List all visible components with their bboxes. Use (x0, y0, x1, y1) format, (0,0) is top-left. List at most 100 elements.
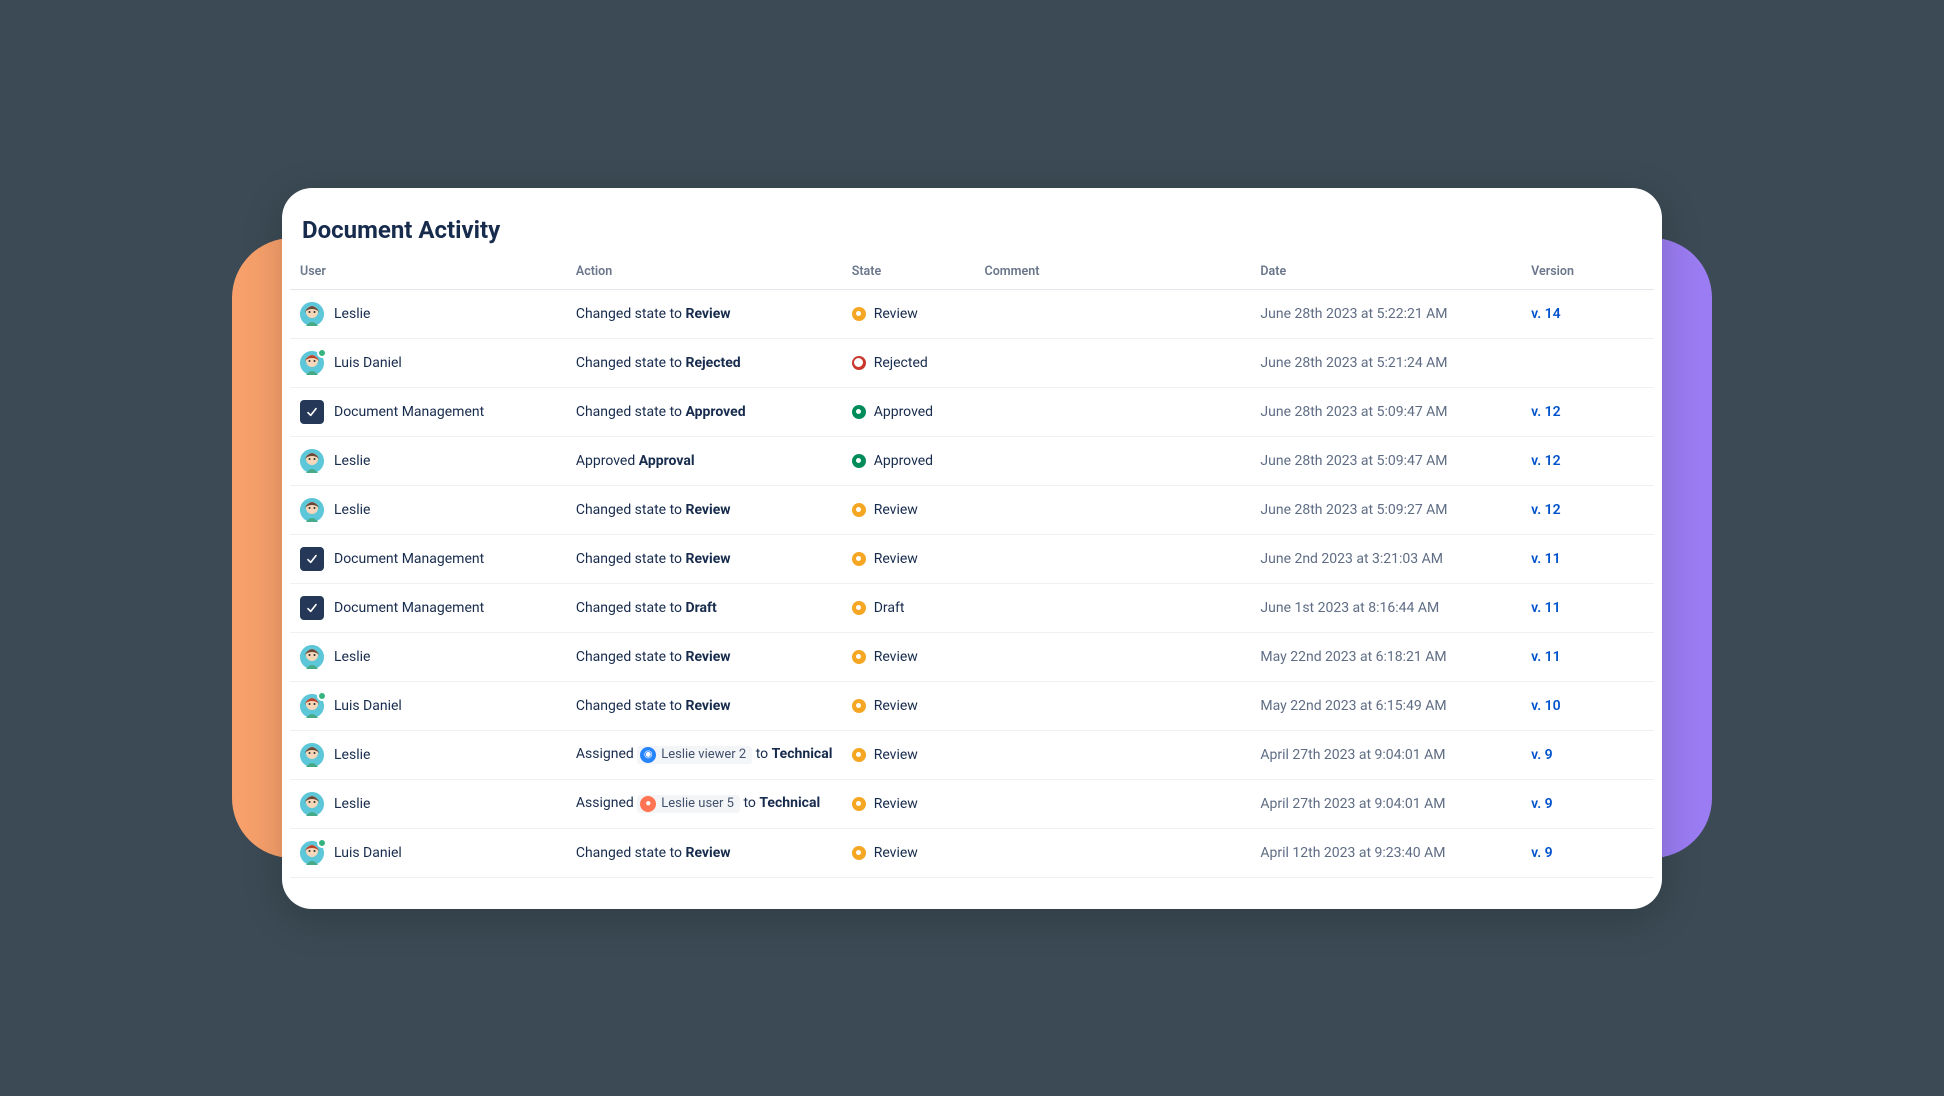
version-link[interactable]: v. 11 (1531, 600, 1561, 616)
date-text: June 28th 2023 at 5:22:21 AM (1260, 306, 1447, 322)
action-text: Changed state to Review (576, 551, 731, 567)
user-cell: Leslie (300, 302, 556, 326)
state-label: Review (874, 551, 918, 567)
state-cell: Review (852, 649, 965, 665)
action-text: Assigned ◉ Leslie viewer 2 to Technical (576, 746, 833, 762)
state-label: Draft (874, 600, 905, 616)
table-row: Document Management Changed state to Dra… (290, 583, 1654, 632)
comment-cell (975, 828, 1251, 877)
assignee-type-icon: ● (640, 796, 656, 812)
user-cell: Leslie (300, 743, 556, 767)
document-management-icon (300, 547, 324, 571)
version-link[interactable]: v. 9 (1531, 796, 1553, 812)
date-text: May 22nd 2023 at 6:18:21 AM (1260, 649, 1446, 665)
date-text: June 28th 2023 at 5:09:47 AM (1260, 404, 1447, 420)
version-link[interactable]: v. 11 (1531, 551, 1561, 567)
assignee-chip[interactable]: ◉ Leslie viewer 2 (637, 746, 752, 764)
state-indicator-icon (852, 454, 866, 468)
version-link[interactable]: v. 9 (1531, 845, 1553, 861)
user-name: Leslie (334, 502, 370, 518)
state-indicator-icon (852, 650, 866, 664)
state-cell: Review (852, 551, 965, 567)
col-date[interactable]: Date (1250, 258, 1521, 290)
col-version[interactable]: Version (1521, 258, 1654, 290)
user-cell: Luis Daniel (300, 351, 556, 375)
user-name: Leslie (334, 747, 370, 763)
col-user[interactable]: User (290, 258, 566, 290)
table-row: Document Management Changed state to App… (290, 387, 1654, 436)
comment-cell (975, 779, 1251, 828)
action-text: Assigned ● Leslie user 5 to Technical (576, 795, 820, 811)
user-avatar (300, 449, 324, 473)
user-cell: Document Management (300, 400, 556, 424)
user-avatar (300, 645, 324, 669)
version-link[interactable]: v. 12 (1531, 453, 1561, 469)
user-avatar (300, 498, 324, 522)
table-row: Leslie Assigned ● Leslie user 5 to Techn… (290, 779, 1654, 828)
state-label: Review (874, 845, 918, 861)
action-text: Changed state to Review (576, 698, 731, 714)
assignee-chip[interactable]: ● Leslie user 5 (637, 795, 740, 813)
col-state[interactable]: State (842, 258, 975, 290)
date-text: June 1st 2023 at 8:16:44 AM (1260, 600, 1439, 616)
action-text: Approved Approval (576, 453, 695, 469)
state-cell: Review (852, 502, 965, 518)
user-cell: Leslie (300, 645, 556, 669)
version-link[interactable]: v. 12 (1531, 404, 1561, 420)
col-comment[interactable]: Comment (975, 258, 1251, 290)
table-row: Leslie Assigned ◉ Leslie viewer 2 to Tec… (290, 730, 1654, 779)
action-text: Changed state to Draft (576, 600, 717, 616)
user-cell: Leslie (300, 498, 556, 522)
state-cell: Review (852, 747, 965, 763)
state-cell: Approved (852, 453, 965, 469)
state-label: Approved (874, 404, 933, 420)
state-indicator-icon (852, 797, 866, 811)
version-link[interactable]: v. 14 (1531, 306, 1561, 322)
page-title: Document Activity (302, 216, 1654, 244)
version-link[interactable]: v. 9 (1531, 747, 1553, 763)
state-cell: Review (852, 796, 965, 812)
user-cell: Leslie (300, 792, 556, 816)
assignee-name: Leslie viewer 2 (661, 747, 746, 762)
user-name: Document Management (334, 600, 484, 616)
state-indicator-icon (852, 356, 866, 370)
version-link[interactable]: v. 12 (1531, 502, 1561, 518)
state-cell: Review (852, 845, 965, 861)
state-label: Review (874, 698, 918, 714)
date-text: April 27th 2023 at 9:04:01 AM (1260, 747, 1445, 763)
user-cell: Document Management (300, 547, 556, 571)
state-label: Review (874, 306, 918, 322)
action-text: Changed state to Review (576, 306, 731, 322)
state-indicator-icon (852, 552, 866, 566)
action-text: Changed state to Rejected (576, 355, 741, 371)
table-row: Luis Daniel Changed state to Review Revi… (290, 681, 1654, 730)
presence-online-icon (317, 691, 327, 701)
user-name: Luis Daniel (334, 355, 402, 371)
date-text: June 28th 2023 at 5:09:27 AM (1260, 502, 1447, 518)
user-name: Luis Daniel (334, 698, 402, 714)
version-link[interactable]: v. 11 (1531, 649, 1561, 665)
version-link[interactable]: v. 10 (1531, 698, 1561, 714)
state-indicator-icon (852, 748, 866, 762)
state-indicator-icon (852, 601, 866, 615)
comment-cell (975, 681, 1251, 730)
user-cell: Luis Daniel (300, 841, 556, 865)
table-row: Leslie Changed state to Review Review Ju… (290, 485, 1654, 534)
comment-cell (975, 436, 1251, 485)
state-label: Review (874, 502, 918, 518)
comment-cell (975, 387, 1251, 436)
user-avatar (300, 694, 324, 718)
user-avatar (300, 792, 324, 816)
state-cell: Review (852, 306, 965, 322)
table-header-row: User Action State Comment Date Version (290, 258, 1654, 290)
comment-cell (975, 534, 1251, 583)
comment-cell (975, 583, 1251, 632)
action-text: Changed state to Approved (576, 404, 746, 420)
user-name: Leslie (334, 306, 370, 322)
document-management-icon (300, 400, 324, 424)
date-text: June 2nd 2023 at 3:21:03 AM (1260, 551, 1443, 567)
activity-table: User Action State Comment Date Version L… (290, 258, 1654, 878)
table-row: Leslie Changed state to Review Review Ma… (290, 632, 1654, 681)
activity-card: Document Activity User Action State Comm… (282, 188, 1662, 909)
col-action[interactable]: Action (566, 258, 842, 290)
